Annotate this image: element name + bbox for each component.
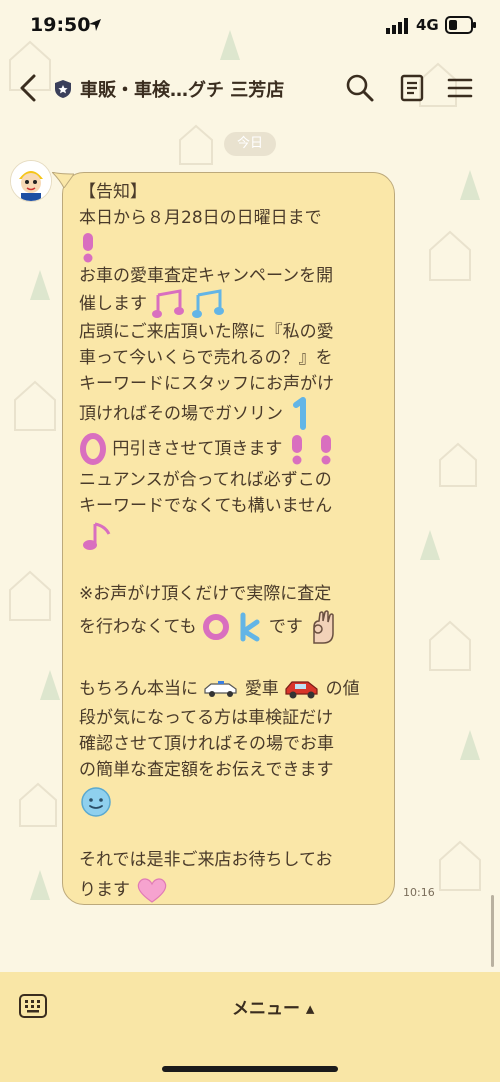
battery-icon (445, 16, 476, 34)
message-line: 段が気になってる方は車検証だけ (79, 708, 334, 728)
message-line: 店頭にご来店頂いた際に『私の愛 (79, 322, 334, 342)
heart-icon (138, 878, 167, 903)
back-button[interactable] (14, 70, 44, 106)
mascot-avatar-icon (11, 161, 51, 201)
exclamation-icon (291, 435, 302, 465)
digit-one-icon (293, 397, 307, 430)
police-car-icon (204, 681, 238, 697)
keyboard-icon[interactable] (18, 992, 48, 1020)
message-line: 本日から８月28日の日曜日まで (79, 208, 322, 228)
signal-icon (386, 18, 408, 34)
message-line: それでは是非ご来店お待ちしてお (79, 850, 333, 870)
smiley-face-icon (81, 787, 111, 817)
message-line: もちろん本当に 愛車 の値 (79, 673, 380, 705)
message-line: ります (79, 873, 380, 907)
bubble-tail (52, 172, 74, 188)
red-car-icon (285, 681, 318, 699)
message-line (79, 519, 380, 555)
network-type: 4G (416, 16, 439, 34)
location-arrow-icon (89, 19, 101, 31)
music-notes-pink-icon (152, 289, 185, 318)
exclamation-icon (321, 435, 332, 465)
date-separator: 今日 (224, 132, 276, 156)
message-text: 催します (79, 294, 147, 314)
message-timestamp: 10:16 (403, 886, 435, 899)
message-line: キーワードでなくても構いません (79, 496, 333, 516)
notes-icon[interactable] (396, 72, 428, 104)
footer-bar: メニュー ▴ (0, 972, 500, 1082)
chat-title: 車販・車検…グチ 三芳店 (80, 80, 285, 101)
letter-o-icon (203, 614, 230, 640)
message-text: の値 (325, 679, 360, 699)
music-notes-blue-icon (191, 289, 224, 318)
message-line: 確認させて頂ければその場でお車 (79, 734, 334, 754)
status-bar: 19:50 4G (0, 0, 500, 52)
sender-avatar[interactable] (10, 160, 52, 202)
message-line (79, 783, 380, 821)
message-text: 愛車 (244, 679, 279, 699)
letter-k-icon (240, 612, 260, 642)
message-line: の簡単な査定額をお伝えできます (79, 760, 334, 780)
message-text: ります (79, 880, 130, 900)
home-indicator[interactable] (162, 1066, 338, 1072)
message-bubble[interactable]: 【告知】 本日から８月28日の日曜日まで お車の愛車査定キャンペーンを開 催しま… (62, 172, 395, 905)
message-line: 円引きさせて頂きます (79, 431, 380, 467)
verified-shield-icon (55, 80, 71, 98)
message-line (79, 231, 380, 263)
message-line: キーワードにスタッフにお声がけ (79, 374, 334, 394)
message-line: ニュアンスが合ってれば必ずこの (79, 470, 332, 490)
message-line: お車の愛車査定キャンペーンを開 (79, 266, 334, 286)
message-text: 頂ければその場でガソリン (79, 404, 283, 424)
chat-title-area[interactable]: 車販・車検…グチ 三芳店 (54, 76, 284, 102)
menu-icon[interactable] (444, 72, 476, 104)
message-line: 車って今いくらで売れるの？』を (79, 348, 333, 368)
message-line: を行わなくても です (79, 607, 380, 647)
message-text: もちろん本当に (79, 679, 198, 699)
scrollbar[interactable] (491, 895, 494, 967)
search-icon[interactable] (344, 72, 376, 104)
message-line: 催します (79, 289, 380, 319)
exclamation-icon (83, 233, 93, 263)
message-text: を行わなくても (79, 617, 197, 637)
message-line: 頂ければその場でガソリン (79, 397, 380, 431)
ok-hand-icon (313, 610, 335, 644)
music-note-icon (83, 522, 111, 550)
message-line: ※お声がけ頂くだけで実際に査定 (79, 584, 332, 604)
rich-menu-toggle[interactable]: メニュー ▴ (232, 994, 314, 1019)
message-line: 【告知】 (79, 182, 147, 202)
status-time: 19:50 (30, 14, 91, 36)
digit-zero-icon (80, 433, 106, 465)
message-text: 円引きさせて頂きます (112, 439, 283, 459)
chat-header: 車販・車検…グチ 三芳店 (0, 52, 500, 126)
message-text: です (268, 617, 303, 637)
